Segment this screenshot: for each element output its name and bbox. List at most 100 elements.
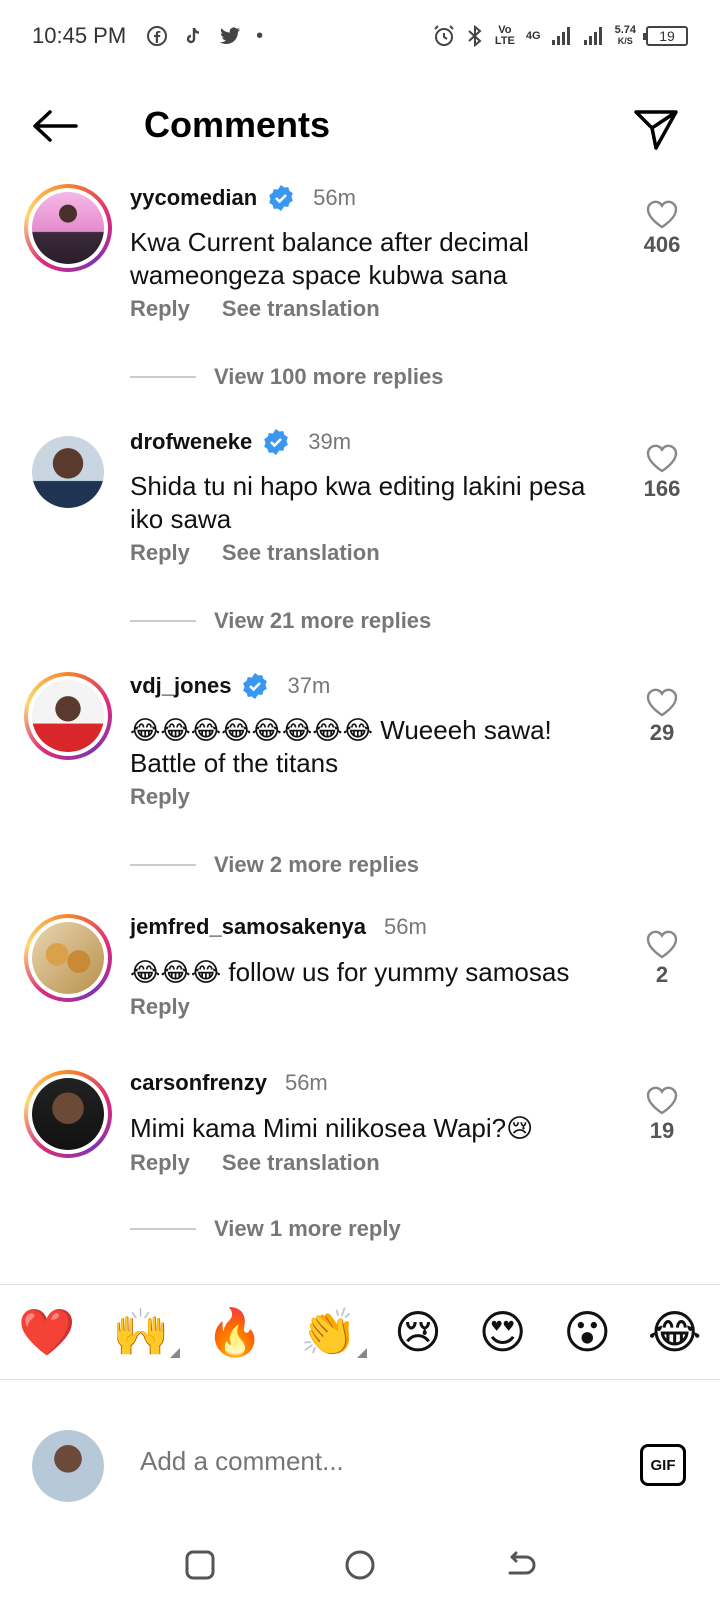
reply-button[interactable]: Reply <box>130 994 190 1020</box>
comment-text: 😂😂😂😂😂😂😂😂 Wueeeh sawa! Battle of the tita… <box>130 715 552 778</box>
header: Comments <box>0 90 720 164</box>
comment-username[interactable]: vdj_jones <box>130 673 231 699</box>
divider <box>130 1228 196 1230</box>
emoji-clapping[interactable]: 👏 <box>300 1304 368 1360</box>
emoji-raising-hands-glyph: 🙌 <box>112 1304 170 1359</box>
divider <box>130 864 196 866</box>
emoji-clapping-glyph: 👏 <box>300 1304 358 1359</box>
tiktok-icon <box>187 27 200 44</box>
emoji-raising-hands[interactable]: 🙌 <box>112 1304 180 1360</box>
gif-button[interactable]: GIF <box>640 1444 686 1486</box>
battery-icon: 19 <box>643 26 688 46</box>
skin-tone-indicator <box>357 1347 368 1358</box>
emoji-fire[interactable]: 🔥 <box>206 1305 263 1360</box>
like-control: 166 <box>622 442 702 502</box>
skin-tone-indicator <box>169 1347 180 1358</box>
avatar <box>32 436 104 508</box>
status-time: 10:45 PM <box>32 23 127 48</box>
view-replies-label: View 21 more replies <box>214 608 432 633</box>
avatar-story-ring[interactable] <box>24 914 112 1002</box>
heart-icon[interactable] <box>645 1084 679 1116</box>
verified-badge-icon <box>243 673 268 699</box>
emoji-heart-eyes[interactable]: 😍 <box>479 1305 527 1359</box>
reply-button[interactable]: Reply <box>130 296 190 322</box>
comment-time: 37m <box>287 673 331 698</box>
see-translation-button[interactable]: See translation <box>222 296 380 322</box>
comment-username[interactable]: carsonfrenzy <box>130 1070 267 1096</box>
view-replies-label: View 1 more reply <box>214 1216 401 1241</box>
heart-icon[interactable] <box>645 198 679 230</box>
like-count: 166 <box>643 476 681 501</box>
reply-button[interactable]: Reply <box>130 540 190 566</box>
back-icon[interactable] <box>502 1547 538 1583</box>
emoji-surprised[interactable]: 😮 <box>563 1305 611 1359</box>
facebook-icon <box>147 26 168 46</box>
view-replies-label: View 2 more replies <box>214 852 420 877</box>
see-translation-button[interactable]: See translation <box>222 1150 380 1176</box>
like-control: 2 <box>622 928 702 988</box>
reply-button[interactable]: Reply <box>130 784 190 810</box>
comment-username[interactable]: jemfred_samosakenya <box>130 914 366 940</box>
divider <box>130 620 196 622</box>
comment-text: 😂😂😂 follow us for yummy samosas <box>130 957 570 987</box>
comment-composer: GIF <box>0 1420 720 1510</box>
status-bar: 10:45 PM • Vo LTE 4G 5.74 K/S 19 <box>0 0 720 72</box>
network-speed: 5.74 K/S <box>615 25 636 47</box>
network-label: 4G <box>525 29 541 42</box>
twitter-icon <box>220 27 241 44</box>
comment-text: Kwa Current balance after decimal wameon… <box>130 227 529 290</box>
alarm-icon <box>434 25 454 46</box>
comment-item: drofweneke 39m Shida tu ni hapo kwa edit… <box>0 428 720 648</box>
back-arrow-icon[interactable] <box>30 106 80 146</box>
avatar-ring[interactable] <box>24 428 112 516</box>
view-replies-button[interactable]: View 1 more reply <box>130 1216 401 1242</box>
emoji-heart[interactable]: ❤️ <box>18 1305 75 1360</box>
avatar <box>32 680 104 752</box>
heart-icon[interactable] <box>645 928 679 960</box>
avatar <box>32 922 104 994</box>
view-replies-button[interactable]: View 100 more replies <box>130 364 444 390</box>
avatar-story-ring[interactable] <box>24 184 112 272</box>
like-control: 29 <box>622 686 702 746</box>
status-notification-icons: • <box>146 25 263 48</box>
avatar-story-ring[interactable] <box>24 1070 112 1158</box>
comment-item: jemfred_samosakenya 56m 😂😂😂 follow us fo… <box>0 914 720 1054</box>
comment-username[interactable]: drofweneke <box>130 429 252 455</box>
my-avatar <box>32 1430 104 1502</box>
emoji-crying[interactable]: 😢 <box>394 1305 442 1359</box>
heart-icon[interactable] <box>645 442 679 474</box>
emoji-quick-bar: ❤️ 🙌 🔥 👏 😢 😍 😮 😂 <box>0 1284 720 1380</box>
emoji-laughing[interactable]: 😂 <box>648 1305 702 1359</box>
comment-time: 56m <box>384 914 427 939</box>
home-icon[interactable] <box>342 1547 378 1583</box>
recents-icon[interactable] <box>182 1547 218 1583</box>
verified-badge-icon <box>264 429 289 455</box>
avatar <box>32 1078 104 1150</box>
system-nav-bar <box>0 1530 720 1600</box>
page-title: Comments <box>144 104 331 145</box>
volte-label: Vo LTE <box>494 24 515 47</box>
like-count: 29 <box>649 720 675 745</box>
bluetooth-icon <box>468 24 482 48</box>
avatar-story-ring[interactable] <box>24 672 112 760</box>
comment-username[interactable]: yycomedian <box>130 185 257 211</box>
status-system-icons: Vo LTE 4G 5.74 K/S 19 <box>432 24 688 48</box>
comment-item: yycomedian 56m Kwa Current balance after… <box>0 184 720 404</box>
comment-item: carsonfrenzy 56m Mimi kama Mimi nilikose… <box>0 1070 720 1270</box>
view-replies-button[interactable]: View 2 more replies <box>130 852 419 878</box>
dot-icon: • <box>256 24 264 47</box>
reply-button[interactable]: Reply <box>130 1150 190 1176</box>
signal-icon-2 <box>583 27 602 45</box>
send-icon[interactable] <box>632 104 680 152</box>
view-replies-label: View 100 more replies <box>214 364 444 389</box>
comment-time: 56m <box>313 185 356 210</box>
comment-time: 39m <box>308 429 352 454</box>
add-comment-input[interactable] <box>140 1446 580 1477</box>
heart-icon[interactable] <box>645 686 679 718</box>
see-translation-button[interactable]: See translation <box>222 540 380 566</box>
like-count: 19 <box>649 1118 675 1143</box>
view-replies-button[interactable]: View 21 more replies <box>130 608 431 634</box>
comment-item: vdj_jones 37m 😂😂😂😂😂😂😂😂 Wueeeh sawa! Batt… <box>0 672 720 892</box>
avatar <box>32 192 104 264</box>
network-speed-unit: K/S <box>617 36 633 46</box>
